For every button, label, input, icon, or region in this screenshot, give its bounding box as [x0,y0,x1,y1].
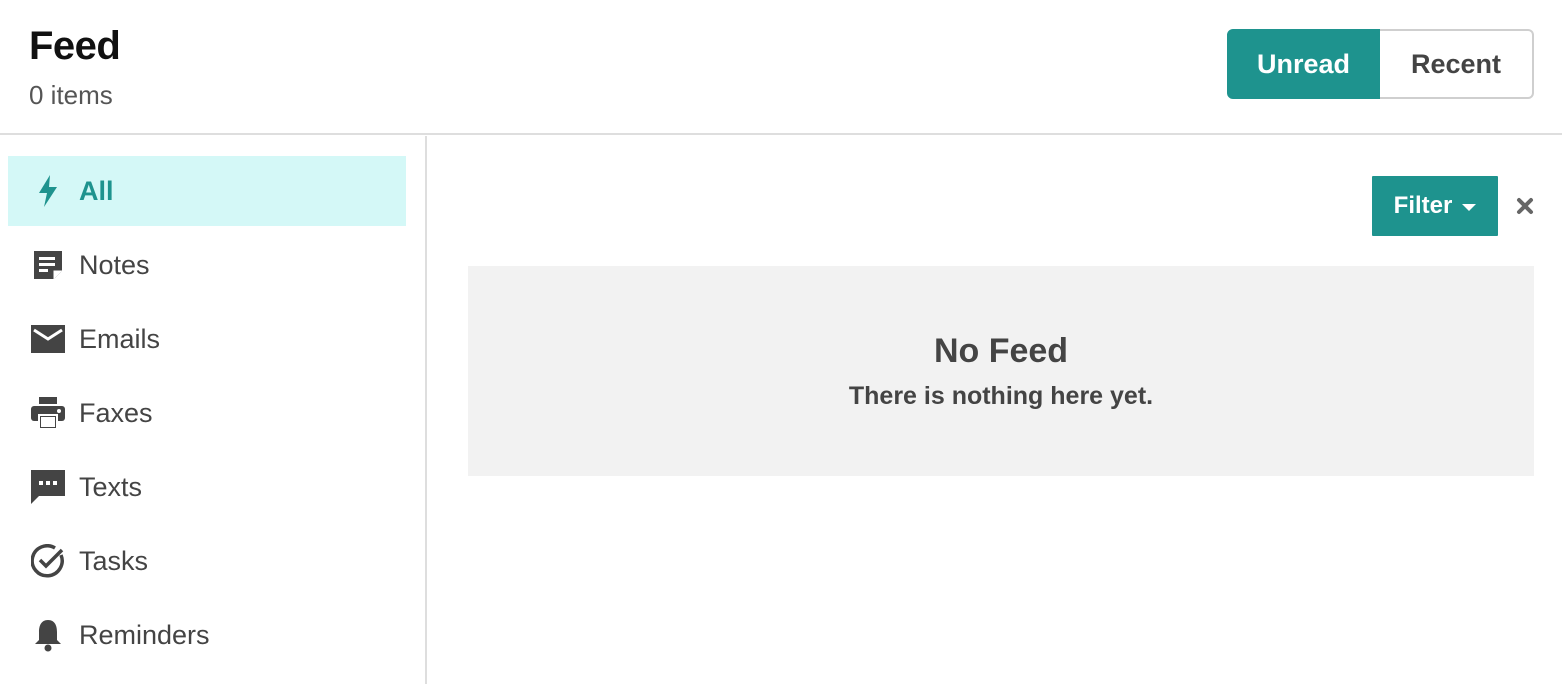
recent-button[interactable]: Recent [1380,29,1534,99]
item-count: 0 items [29,80,113,110]
sidebar-item-emails[interactable]: Emails [8,304,406,374]
caret-down-icon [1462,204,1477,211]
envelope-icon [30,321,66,357]
filter-label: Filter [1393,192,1453,219]
printer-icon [30,395,66,431]
empty-state-panel: No Feed There is nothing here yet. [468,266,1534,476]
sidebar-item-label: All [79,175,114,206]
note-icon [30,247,66,283]
bolt-icon [30,173,66,209]
empty-state-subtitle: There is nothing here yet. [848,382,1154,410]
sidebar-item-label: Tasks [79,545,149,576]
filter-dropdown-button[interactable]: Filter [1372,176,1498,236]
sidebar: All Notes Emails Faxes Texts Tasks Remin… [0,136,427,684]
sidebar-item-tasks[interactable]: Tasks [8,526,406,596]
view-toggle-group: Unread Recent [1227,29,1534,99]
sidebar-item-label: Emails [79,323,161,354]
sidebar-item-notes[interactable]: Notes [8,230,406,300]
check-circle-icon [30,543,66,579]
feed-main: Filter No Feed There is nothing here yet… [429,136,1562,684]
chat-bubble-icon [30,469,66,505]
sidebar-item-label: Notes [79,249,150,280]
feed-header: Feed 0 items Unread Recent [0,0,1562,135]
sidebar-item-all[interactable]: All [8,156,406,226]
bell-icon [30,617,66,653]
page-title: Feed [29,24,121,68]
clear-filter-button[interactable] [1513,194,1537,218]
empty-state-title: No Feed [933,332,1069,370]
close-icon [1517,198,1533,214]
sidebar-item-label: Texts [79,471,143,502]
sidebar-item-label: Reminders [79,619,210,650]
sidebar-item-reminders[interactable]: Reminders [8,600,406,670]
sidebar-item-label: Faxes [79,397,153,428]
sidebar-item-faxes[interactable]: Faxes [8,378,406,448]
sidebar-item-texts[interactable]: Texts [8,452,406,522]
unread-button[interactable]: Unread [1227,29,1380,99]
